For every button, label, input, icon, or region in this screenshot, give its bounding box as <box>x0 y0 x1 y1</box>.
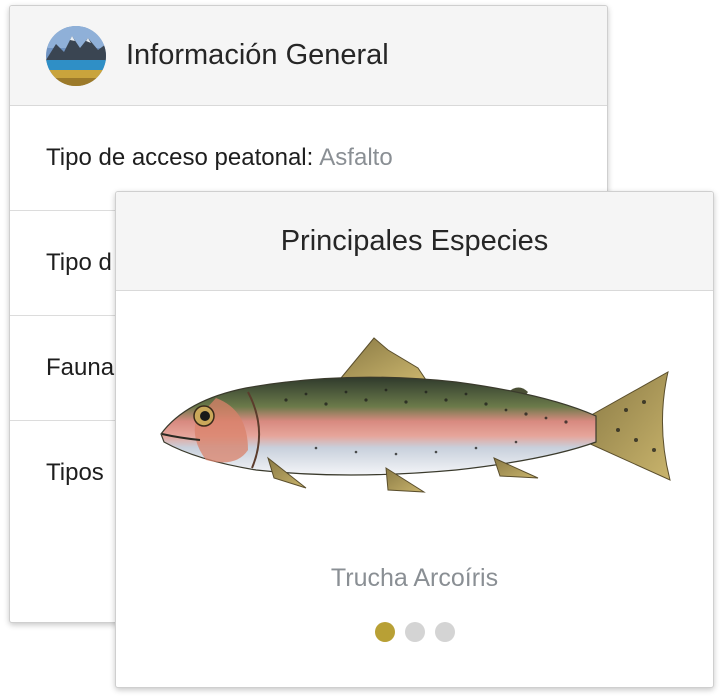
species-name: Trucha Arcoíris <box>330 564 499 592</box>
rainbow-trout-icon <box>156 330 676 510</box>
info-card-title: Información General <box>126 39 389 71</box>
species-card: Principales Especies Trucha Arcoíris <box>115 191 714 688</box>
info-row-label: Tipos <box>46 459 104 486</box>
info-row-value: Asfalto <box>319 144 393 171</box>
info-row-label: Fauna <box>46 354 115 381</box>
carousel-dot-1[interactable] <box>374 622 395 642</box>
species-card-header: Principales Especies <box>116 192 713 291</box>
info-row-label: Tipo d <box>46 249 112 276</box>
carousel-dot-3[interactable] <box>434 622 455 642</box>
carousel-dots <box>116 622 713 642</box>
info-row-label: Tipo de acceso peatonal: <box>46 144 314 171</box>
landscape-avatar-icon <box>46 25 106 86</box>
carousel-dot-2[interactable] <box>404 622 425 642</box>
species-card-title: Principales Especies <box>280 224 549 257</box>
info-card-header: Información General <box>10 6 607 106</box>
